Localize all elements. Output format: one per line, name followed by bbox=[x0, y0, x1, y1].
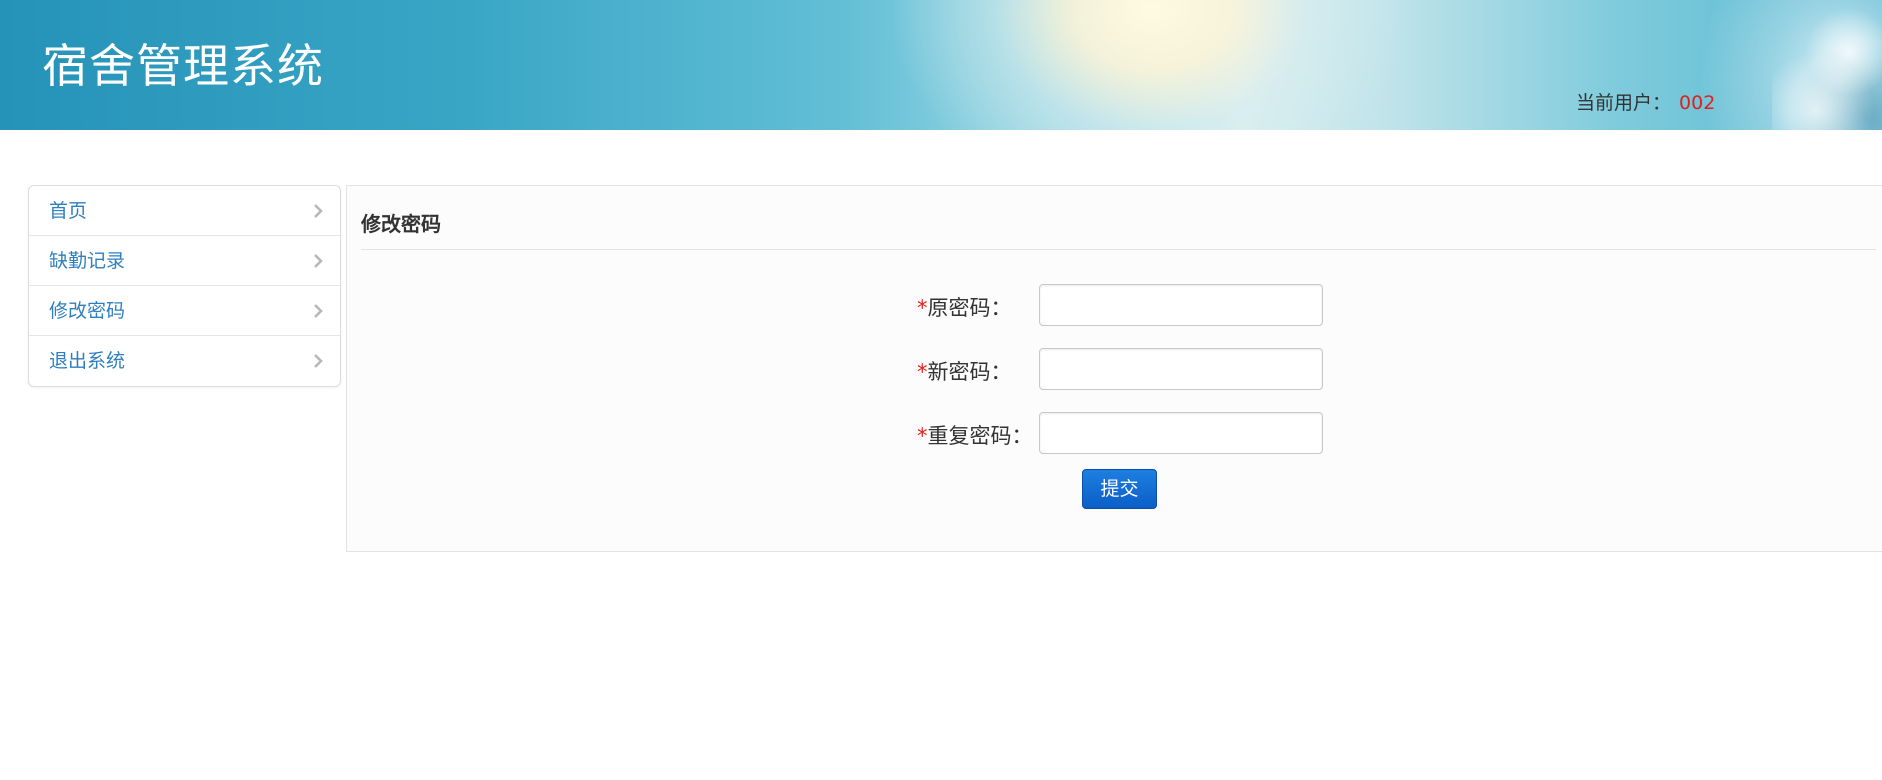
submit-button[interactable]: 提交 bbox=[1082, 469, 1157, 509]
required-mark: * bbox=[917, 296, 928, 320]
sidebar-item-label: 修改密码 bbox=[49, 300, 126, 322]
repeat-password-row: *重复密码： bbox=[347, 412, 1882, 454]
sidebar-item-label: 缺勤记录 bbox=[49, 250, 126, 272]
repeat-password-label-text: 重复密码： bbox=[927, 424, 1033, 448]
sidebar-item-absence-records[interactable]: 缺勤记录 bbox=[29, 236, 340, 286]
chevron-right-icon bbox=[310, 286, 326, 336]
panel-divider bbox=[361, 249, 1876, 250]
old-password-row: *原密码： bbox=[347, 284, 1882, 326]
old-password-label-text: 原密码： bbox=[927, 296, 1012, 320]
sidebar-item-logout[interactable]: 退出系统 bbox=[29, 336, 340, 386]
sidebar-item-home[interactable]: 首页 bbox=[29, 186, 340, 236]
old-password-input[interactable] bbox=[1039, 284, 1323, 326]
chevron-right-icon bbox=[310, 186, 326, 236]
new-password-row: *新密码： bbox=[347, 348, 1882, 390]
repeat-password-label: *重复密码： bbox=[917, 420, 1033, 450]
sidebar-item-label: 退出系统 bbox=[49, 350, 126, 372]
sidebar-item-label: 首页 bbox=[49, 200, 88, 222]
sidebar-menu: 首页 缺勤记录 修改密码 退出系统 bbox=[28, 185, 341, 387]
repeat-password-input[interactable] bbox=[1039, 412, 1323, 454]
sidebar-item-change-password[interactable]: 修改密码 bbox=[29, 286, 340, 336]
old-password-label: *原密码： bbox=[917, 292, 1012, 322]
current-user-label: 当前用户： bbox=[1576, 92, 1672, 114]
header-decoration bbox=[1772, 0, 1882, 130]
panel-title: 修改密码 bbox=[361, 212, 441, 236]
chevron-right-icon bbox=[310, 236, 326, 286]
header-banner: 宿舍管理系统 当前用户： 002 bbox=[0, 0, 1882, 130]
current-user-value: 002 bbox=[1679, 92, 1716, 114]
required-mark: * bbox=[917, 424, 928, 448]
change-password-panel: 修改密码 *原密码： *新密码： *重复密码： 提交 bbox=[346, 185, 1882, 552]
new-password-label: *新密码： bbox=[917, 356, 1012, 386]
app-title: 宿舍管理系统 bbox=[42, 39, 324, 93]
new-password-label-text: 新密码： bbox=[927, 360, 1012, 384]
current-user: 当前用户： 002 bbox=[1576, 88, 1715, 115]
new-password-input[interactable] bbox=[1039, 348, 1323, 390]
chevron-right-icon bbox=[310, 336, 326, 386]
required-mark: * bbox=[917, 360, 928, 384]
